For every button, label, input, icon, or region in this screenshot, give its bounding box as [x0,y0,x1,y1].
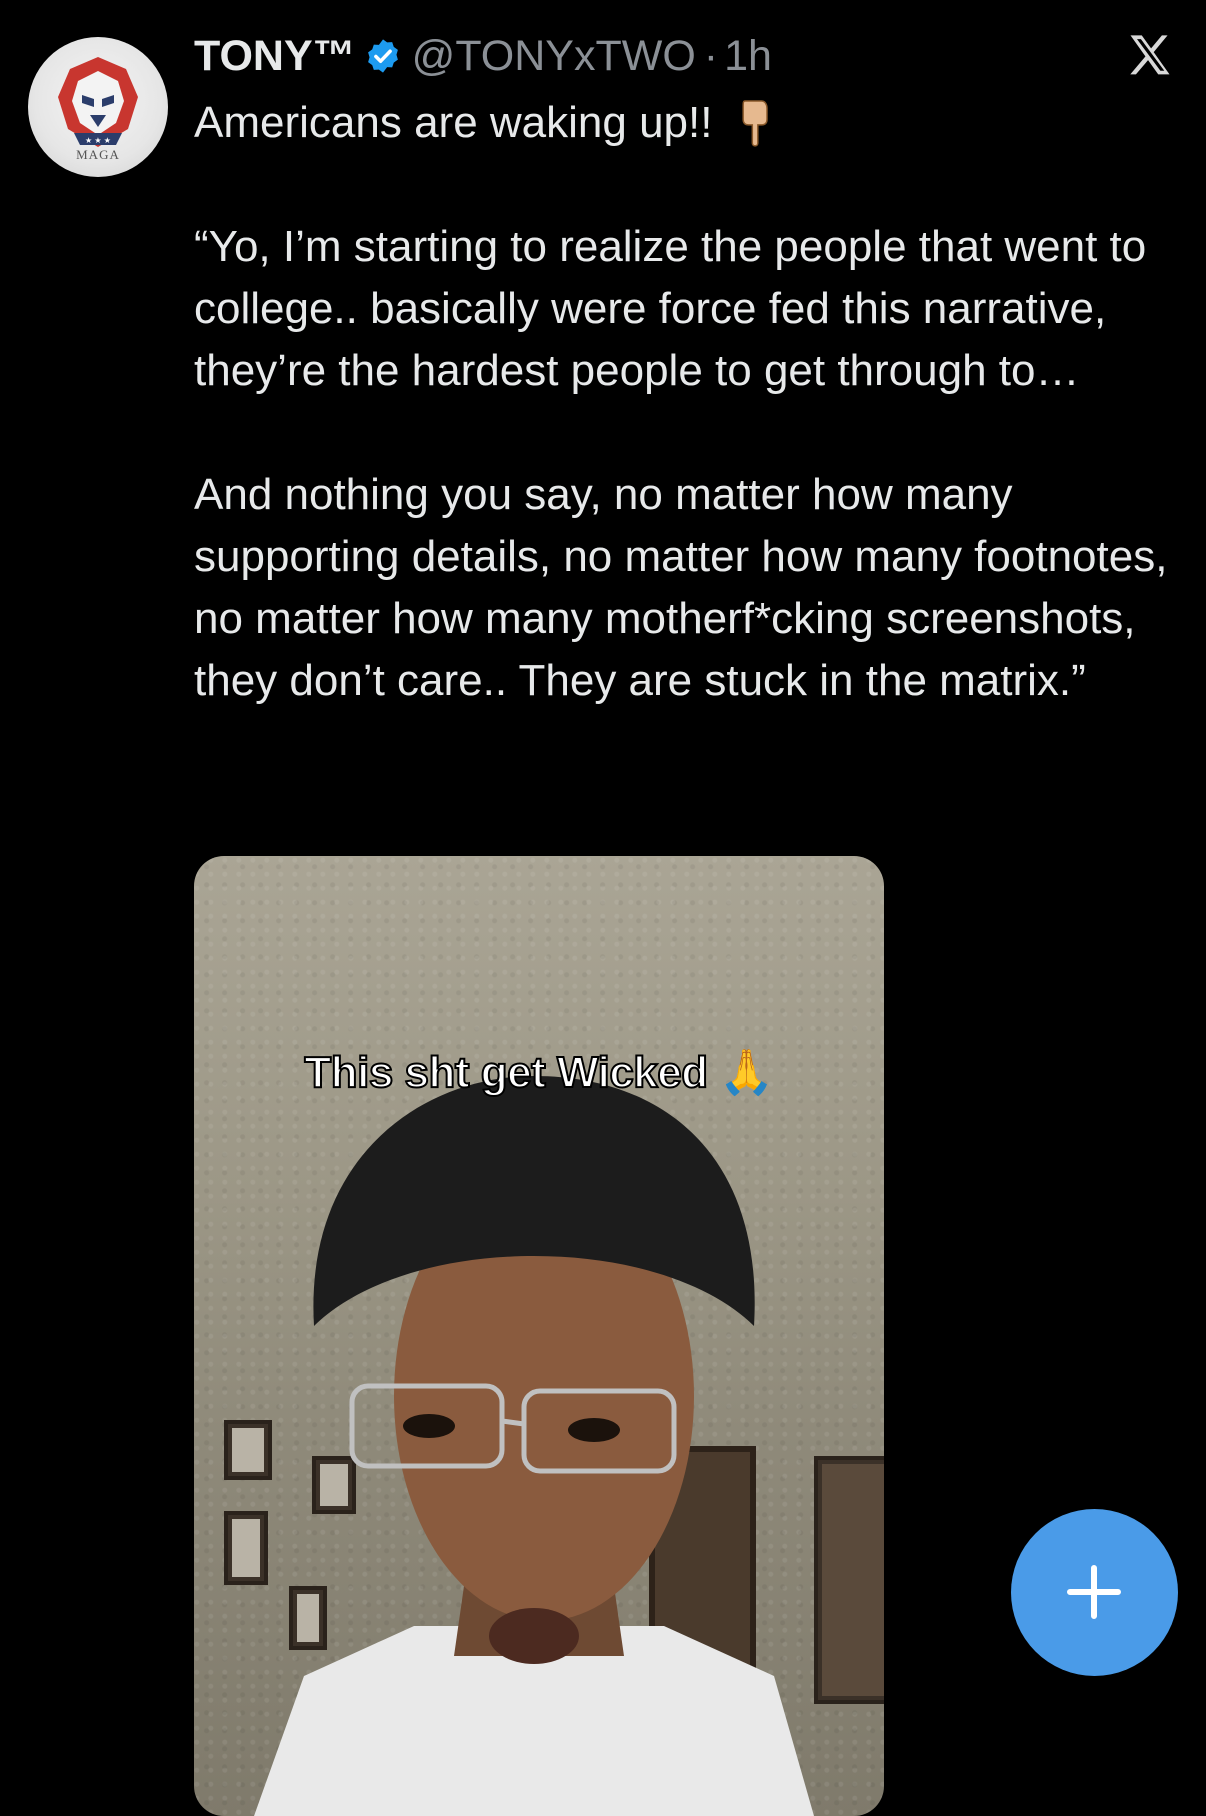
author-handle[interactable]: @TONYxTWO [412,32,696,81]
svg-text:★ ★ ★: ★ ★ ★ [85,136,111,145]
avatar-label: MAGA [76,147,120,162]
pointing-down-hand-icon [742,100,769,147]
tweet-body: “Yo, I’m starting to realize the people … [194,222,1168,705]
compose-button[interactable] [1011,1509,1178,1676]
separator-dot: · [703,31,719,80]
avatar[interactable]: ★ ★ ★ MAGA [28,37,168,177]
tweet-text: Americans are waking up!! “Yo, I’m start… [194,92,1174,712]
video-thumbnail[interactable]: This sht get Wicked 🙏 [194,856,884,1816]
plus-icon [1067,1565,1121,1619]
tweet-header: TONY™ @TONYxTWO · 1h [194,30,772,82]
tweet-first-line: Americans are waking up!! [194,98,713,147]
video-caption: This sht get Wicked 🙏 [303,1047,775,1098]
person-figure [254,1076,814,1816]
verified-badge-icon [367,39,398,73]
timestamp[interactable]: 1h [724,32,772,81]
x-logo-icon[interactable] [1124,30,1176,82]
author-name[interactable]: TONY™ [194,32,356,81]
